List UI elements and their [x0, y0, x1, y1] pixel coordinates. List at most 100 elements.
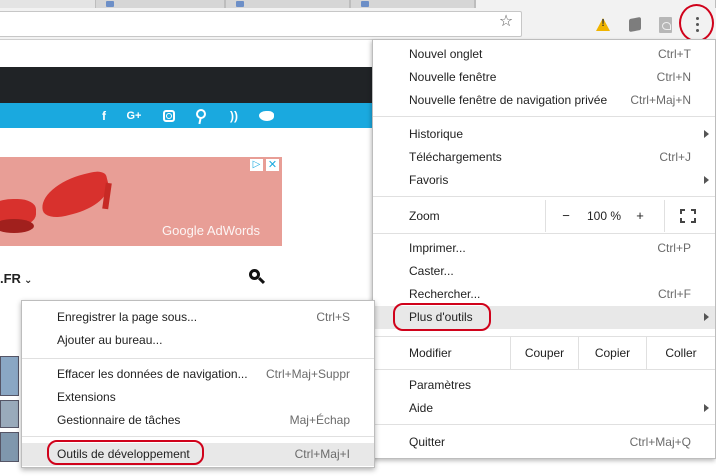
- zoom-out-button[interactable]: −: [560, 208, 572, 223]
- menu-item-label: Nouvel onglet: [409, 47, 483, 61]
- site-nav-label: .FR: [0, 271, 21, 286]
- pinterest-icon[interactable]: [193, 108, 209, 125]
- tab-strip: [0, 0, 716, 8]
- browser-toolbar: ☆ !: [0, 8, 716, 40]
- menu-item-label: Caster...: [409, 264, 454, 278]
- submenu-item-clear-browsing-data[interactable]: Effacer les données de navigation... Ctr…: [22, 363, 374, 386]
- menu-item-print[interactable]: Imprimer... Ctrl+P: [373, 237, 715, 260]
- rss-icon[interactable]: )): [226, 108, 242, 124]
- edit-label: Modifier: [409, 346, 452, 360]
- tab-active[interactable]: [475, 0, 716, 8]
- menu-item-shortcut: Ctrl+Maj+I: [294, 447, 350, 461]
- annotation-circle-menu-button: [679, 4, 714, 42]
- ad-shoe-sole: [0, 219, 34, 233]
- menu-item-label: Paramètres: [409, 378, 472, 392]
- menu-item-shortcut: Ctrl+N: [656, 70, 691, 84]
- menu-item-new-incognito-window[interactable]: Nouvelle fenêtre de navigation privée Ct…: [373, 89, 715, 112]
- tab-favicon-icon: [236, 1, 244, 7]
- submenu-arrow-icon: [704, 176, 709, 184]
- cube-extension-icon[interactable]: [626, 16, 644, 34]
- thumbnail-image[interactable]: [0, 356, 19, 396]
- zoom-controls: − 100 % +: [545, 200, 715, 232]
- ad-shoe-image: [36, 169, 114, 221]
- menu-item-cast[interactable]: Caster...: [373, 260, 715, 283]
- paste-button[interactable]: Coller: [646, 337, 715, 369]
- menu-separator: [373, 196, 715, 197]
- menu-item-help[interactable]: Aide: [373, 397, 715, 420]
- menu-separator: [22, 358, 374, 359]
- ad-brand-label: Google AdWords: [162, 223, 261, 238]
- menu-item-label: Nouvelle fenêtre: [409, 70, 497, 84]
- menu-item-label: Gestionnaire de tâches: [57, 413, 181, 427]
- social-bar: f G+ )): [0, 103, 380, 128]
- submenu-item-extensions[interactable]: Extensions: [22, 386, 374, 409]
- menu-item-shortcut: Maj+Échap: [289, 413, 350, 427]
- chrome-main-menu: Nouvel onglet Ctrl+T Nouvelle fenêtre Ct…: [372, 39, 716, 459]
- submenu-arrow-icon: [704, 313, 709, 321]
- chevron-down-icon: ⌄: [23, 275, 33, 286]
- annotation-circle-developer-tools: [47, 440, 204, 465]
- menu-item-shortcut: Ctrl+J: [659, 150, 691, 164]
- submenu-item-save-page[interactable]: Enregistrer la page sous... Ctrl+S: [22, 306, 374, 329]
- ad-close-icon[interactable]: ✕: [266, 159, 279, 171]
- menu-item-label: Ajouter au bureau...: [57, 333, 163, 347]
- menu-item-history[interactable]: Historique: [373, 123, 715, 146]
- menu-item-new-tab[interactable]: Nouvel onglet Ctrl+T: [373, 43, 715, 66]
- thumbnail-image[interactable]: [0, 432, 19, 462]
- menu-item-label: Extensions: [57, 390, 116, 404]
- submenu-arrow-icon: [704, 404, 709, 412]
- menu-item-label: Imprimer...: [409, 241, 466, 255]
- address-bar[interactable]: [0, 11, 522, 37]
- zoom-level: 100 %: [586, 209, 622, 223]
- menu-item-label: Historique: [409, 127, 464, 141]
- menu-item-bookmarks[interactable]: Favoris: [373, 169, 715, 192]
- menu-item-settings[interactable]: Paramètres: [373, 374, 715, 397]
- menu-item-shortcut: Ctrl+S: [316, 310, 350, 324]
- zoom-divider: [664, 200, 665, 232]
- tab-1[interactable]: [95, 0, 225, 8]
- submenu-item-add-to-desktop[interactable]: Ajouter au bureau...: [22, 329, 374, 352]
- google-plus-icon[interactable]: G+: [126, 108, 142, 124]
- menu-separator: [373, 233, 715, 234]
- menu-item-shortcut: Ctrl+Maj+Suppr: [265, 367, 350, 381]
- tab-3[interactable]: [350, 0, 475, 8]
- fullscreen-icon[interactable]: [680, 209, 696, 223]
- site-nav-dropdown[interactable]: .FR ⌄: [0, 271, 32, 286]
- site-header-bar: [0, 67, 380, 103]
- copy-button[interactable]: Copier: [578, 337, 646, 369]
- menu-item-shortcut: Ctrl+F: [658, 287, 691, 301]
- search-icon[interactable]: [248, 268, 266, 286]
- menu-item-label: Quitter: [409, 435, 446, 449]
- menu-item-label: Rechercher...: [409, 287, 481, 301]
- cut-button[interactable]: Couper: [510, 337, 578, 369]
- warning-extension-icon[interactable]: !: [594, 16, 612, 34]
- menu-item-shortcut: Ctrl+P: [657, 241, 691, 255]
- submenu-arrow-icon: [704, 130, 709, 138]
- menu-item-shortcut: Ctrl+Maj+Q: [629, 435, 691, 449]
- menu-item-label: Téléchargements: [409, 150, 502, 164]
- menu-item-label: Favoris: [409, 173, 449, 187]
- star-icon[interactable]: ☆: [497, 13, 515, 31]
- zoom-in-button[interactable]: +: [634, 208, 646, 223]
- menu-item-new-window[interactable]: Nouvelle fenêtre Ctrl+N: [373, 66, 715, 89]
- menu-item-label: Enregistrer la page sous...: [57, 310, 198, 324]
- adchoices-icon[interactable]: ▷: [250, 159, 263, 171]
- zoom-label: Zoom: [409, 209, 440, 223]
- menu-separator: [22, 436, 374, 437]
- instagram-icon[interactable]: [161, 108, 177, 124]
- menu-item-label: Aide: [409, 401, 434, 415]
- submenu-item-task-manager[interactable]: Gestionnaire de tâches Maj+Échap: [22, 409, 374, 432]
- tab-favicon-icon: [361, 1, 369, 7]
- tab-favicon-icon: [106, 1, 114, 7]
- menu-item-shortcut: Ctrl+Maj+N: [630, 93, 691, 107]
- thumbnail-image[interactable]: [0, 400, 19, 428]
- advertisement-banner[interactable]: Google AdWords ▷ ✕: [0, 157, 282, 246]
- page-thumbnails: [0, 356, 20, 466]
- pdf-extension-icon[interactable]: [656, 16, 674, 34]
- facebook-icon[interactable]: f: [96, 108, 112, 124]
- tab-2[interactable]: [225, 0, 350, 8]
- menu-zoom-row: Zoom − 100 % +: [373, 200, 715, 232]
- twitter-icon[interactable]: [258, 108, 274, 124]
- menu-item-downloads[interactable]: Téléchargements Ctrl+J: [373, 146, 715, 169]
- menu-item-quit[interactable]: Quitter Ctrl+Maj+Q: [373, 431, 715, 454]
